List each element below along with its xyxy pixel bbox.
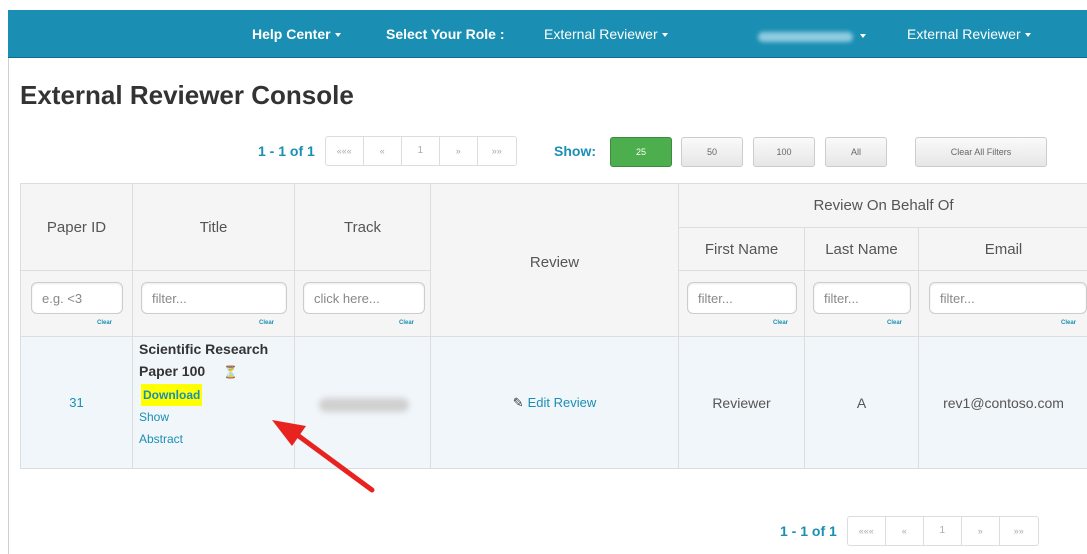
caret-down-icon — [1024, 33, 1031, 38]
first-page-button[interactable]: ««« — [848, 517, 886, 545]
result-count: 1 - 1 of 1 — [258, 143, 315, 159]
download-icon[interactable]: ⏳ — [223, 365, 238, 379]
last-name-filter-input[interactable]: filter... — [813, 282, 911, 314]
role-label: External Reviewer — [544, 26, 658, 42]
clear-track-filter[interactable]: Clear — [399, 320, 414, 326]
help-center-menu[interactable]: Help Center — [252, 26, 341, 42]
result-count-bottom: 1 - 1 of 1 — [780, 523, 837, 539]
clear-all-filters-button[interactable]: Clear All Filters — [915, 137, 1047, 167]
prev-page-button[interactable]: « — [886, 517, 924, 545]
pagination-bottom: 1 - 1 of 1 ««« « 1 » »» — [780, 516, 1039, 546]
page-number-button[interactable]: 1 — [402, 137, 440, 165]
header-title[interactable]: Title — [133, 184, 295, 271]
user-menu-label: External Reviewer — [907, 26, 1021, 42]
table-row-first-name: Reviewer — [679, 337, 805, 469]
first-page-button[interactable]: ««« — [326, 137, 364, 165]
prev-page-button[interactable]: « — [364, 137, 402, 165]
top-nav: Help Center Select Your Role : External … — [8, 10, 1087, 58]
edit-review-link[interactable]: ✎ Edit Review — [513, 395, 597, 411]
clear-title-filter[interactable]: Clear — [259, 320, 274, 326]
papers-table: Paper ID Title Track Review Review On Be… — [20, 183, 1087, 469]
page-title: External Reviewer Console — [20, 80, 354, 110]
table-row-last-name: A — [805, 337, 919, 469]
next-page-button[interactable]: » — [440, 137, 478, 165]
redacted-track — [319, 398, 409, 412]
table-row-email: rev1@contoso.com — [919, 337, 1087, 469]
page-number-button[interactable]: 1 — [924, 517, 962, 545]
table-row-review: ✎ Edit Review — [431, 337, 679, 469]
page-size-50-button[interactable]: 50 — [681, 137, 743, 167]
header-track[interactable]: Track — [295, 184, 431, 271]
role-dropdown[interactable]: External Reviewer — [544, 26, 668, 42]
show-label: Show: — [554, 143, 596, 159]
header-paper-id[interactable]: Paper ID — [21, 184, 133, 271]
track-filter-input[interactable]: click here... — [303, 282, 425, 314]
paper-id-filter-input[interactable]: e.g. <3 — [31, 282, 123, 314]
header-first-name[interactable]: First Name — [679, 228, 805, 271]
email-filter-input[interactable]: filter... — [929, 282, 1087, 314]
clear-last-name-filter[interactable]: Clear — [887, 320, 902, 326]
page-buttons-bottom: ««« « 1 » »» — [846, 516, 1039, 546]
edit-icon: ✎ — [512, 394, 524, 410]
page-size-100-button[interactable]: 100 — [753, 137, 815, 167]
header-last-name[interactable]: Last Name — [805, 228, 919, 271]
download-link[interactable]: Download — [141, 384, 203, 406]
caret-down-icon — [334, 33, 341, 38]
paper-title: Scientific Research Paper 100 ⏳ Download — [139, 338, 289, 406]
last-page-button[interactable]: »» — [478, 137, 516, 165]
redacted-name — [758, 32, 853, 42]
page-buttons: ««« « 1 » »» — [324, 136, 517, 166]
next-page-button[interactable]: » — [962, 517, 1000, 545]
show-abstract-link[interactable]: Show Abstract — [139, 406, 199, 450]
caret-down-icon[interactable] — [860, 34, 866, 38]
caret-down-icon — [661, 33, 668, 38]
header-review: Review — [431, 184, 679, 337]
title-filter-input[interactable]: filter... — [141, 282, 287, 314]
help-center-label: Help Center — [252, 26, 331, 42]
last-page-button[interactable]: »» — [1000, 517, 1038, 545]
page-size-all-button[interactable]: All — [825, 137, 887, 167]
select-role-label: Select Your Role : — [386, 26, 505, 42]
first-name-filter-input[interactable]: filter... — [687, 282, 797, 314]
clear-first-name-filter[interactable]: Clear — [773, 320, 788, 326]
pagination-top: 1 - 1 of 1 ««« « 1 » »» — [258, 136, 517, 166]
clear-paper-id-filter[interactable]: Clear — [97, 320, 112, 326]
paper-title-text: Scientific Research Paper 100 — [139, 341, 269, 379]
edit-review-label: Edit Review — [527, 394, 597, 410]
page-size-25-button[interactable]: 25 — [610, 137, 672, 167]
header-email[interactable]: Email — [919, 228, 1087, 271]
table-row-paper-id[interactable]: 31 — [21, 337, 133, 469]
user-menu[interactable]: External Reviewer — [907, 26, 1031, 42]
annotation-arrow-icon — [272, 420, 375, 493]
header-review-on-behalf: Review On Behalf Of — [679, 184, 1087, 228]
clear-email-filter[interactable]: Clear — [1061, 320, 1076, 326]
